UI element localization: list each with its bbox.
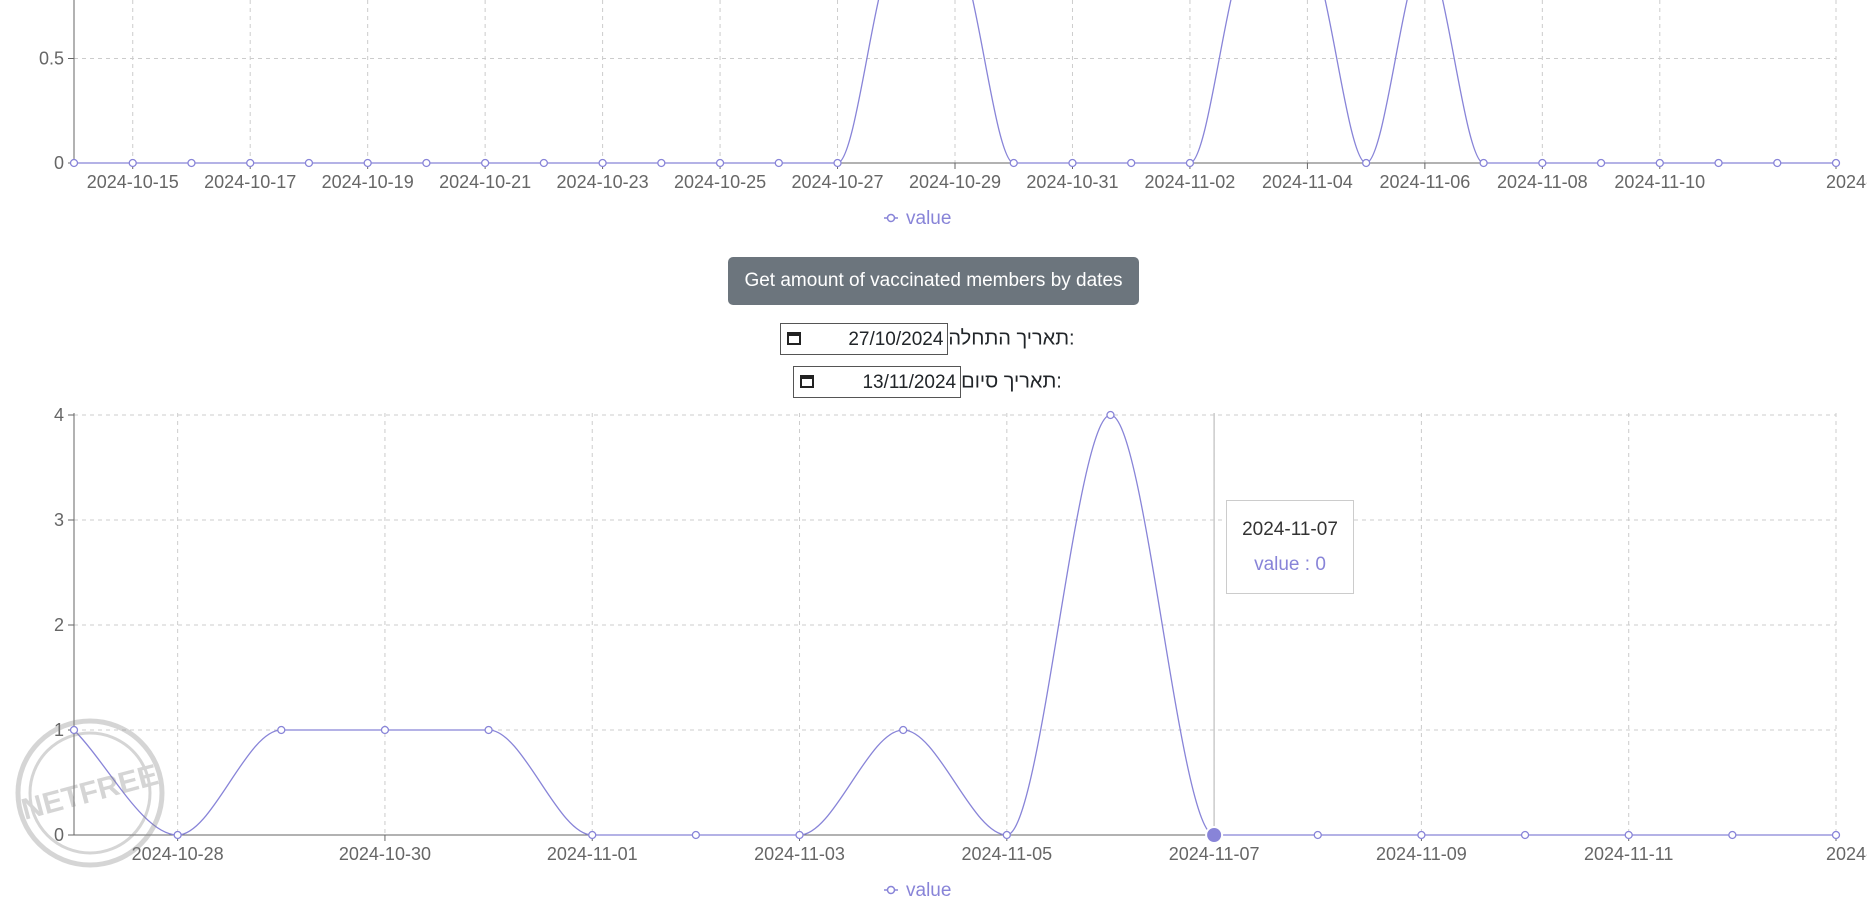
legend-label: value xyxy=(906,208,951,229)
data-point xyxy=(833,158,842,168)
data-point xyxy=(715,158,725,168)
data-point xyxy=(1538,158,1547,168)
x-tick-label: 2024-11-10 xyxy=(1614,172,1705,192)
data-point xyxy=(899,725,908,735)
x-tick-label: 2024-10-29 xyxy=(909,172,1001,192)
end-date-input[interactable]: 13/11/2024 xyxy=(793,366,962,398)
data-point xyxy=(691,830,701,840)
data-point xyxy=(1596,158,1606,168)
data-point xyxy=(1361,158,1371,168)
x-tick-label: 2024-11-09 xyxy=(1376,844,1467,864)
x-tick-label: 2024-11-07 xyxy=(1169,844,1260,864)
data-point xyxy=(1313,830,1322,840)
data-point xyxy=(380,725,390,735)
data-point xyxy=(1106,410,1115,420)
data-point xyxy=(598,158,607,168)
data-point xyxy=(69,158,79,168)
data-point xyxy=(1068,158,1077,168)
data-point xyxy=(795,830,804,840)
x-tick-label: 2024-11-02 xyxy=(1145,172,1236,192)
y-tick-label: 0 xyxy=(54,153,64,173)
legend-marker-icon xyxy=(886,213,896,223)
legend-label: value xyxy=(906,880,951,901)
y-tick-label: 0.5 xyxy=(39,49,64,69)
y-tick-label: 2 xyxy=(54,615,64,635)
data-point xyxy=(1655,158,1664,168)
x-tick-label: 2024-11-01 xyxy=(547,844,638,864)
x-tick-label: 2024-11-11 xyxy=(1584,844,1673,864)
x-tick-label: 2024-11-06 xyxy=(1379,172,1470,192)
data-point xyxy=(1520,830,1530,840)
x-tick-label: 2024-11-03 xyxy=(754,844,845,864)
data-point xyxy=(246,158,255,168)
data-point xyxy=(363,158,372,168)
netfree-watermark: NETFREE xyxy=(15,718,165,868)
data-point xyxy=(480,158,490,168)
x-tick-label: 2024-10-31 xyxy=(1026,172,1118,192)
controls: Get amount of vaccinated members by date… xyxy=(0,257,1867,305)
bottom-chart: 012342024-10-28 2024-10-30 2024-11-01 2024-… xyxy=(54,405,1867,901)
start-date-input[interactable]: 27/10/2024 xyxy=(780,323,949,355)
start-date-label: תאריך התחלה: xyxy=(948,327,1075,350)
data-point xyxy=(657,158,666,168)
calendar-icon xyxy=(787,332,802,345)
x-tick-label: 2024-11-08 xyxy=(1497,172,1588,192)
x-tick-label: 2024-10-30 xyxy=(339,844,431,864)
get-vaccinated-button[interactable]: Get amount of vaccinated members by date… xyxy=(728,257,1139,305)
data-point xyxy=(1624,830,1633,840)
x-tick-label: 2024-10-21 xyxy=(439,172,531,192)
x-tick-label: 2024-10-27 xyxy=(791,172,883,192)
data-point xyxy=(128,158,137,168)
calendar-icon xyxy=(800,375,815,388)
data-point xyxy=(1479,158,1488,168)
data-point xyxy=(484,725,493,735)
tooltip-value: value : 0 xyxy=(1254,554,1326,575)
y-tick-label: 4 xyxy=(54,405,64,425)
data-point xyxy=(1773,158,1782,168)
data-point xyxy=(1831,830,1841,840)
data-point xyxy=(187,158,196,168)
data-point xyxy=(1728,830,1737,840)
data-point xyxy=(1127,158,1136,168)
data-point xyxy=(1009,158,1018,168)
data-point xyxy=(1185,158,1195,168)
start-date-row: 27/10/2024 תאריך התחלה: xyxy=(0,323,1867,355)
active-data-point xyxy=(1205,826,1224,844)
data-point xyxy=(1417,830,1426,840)
legend-marker-icon xyxy=(886,885,896,895)
x-tick-label: 2024-11-04 xyxy=(1262,172,1353,192)
x-tick-label: 2024-10-25 xyxy=(674,172,766,192)
y-tick-label: 3 xyxy=(54,510,64,530)
x-tick-label: 2024-10-17 xyxy=(204,172,296,192)
end-date-label: תאריך סיום: xyxy=(961,370,1062,393)
x-tick-label: 2024-10-19 xyxy=(322,172,414,192)
end-date-row: 13/11/2024 תאריך סיום: xyxy=(0,366,1867,398)
data-point xyxy=(774,158,783,168)
data-point xyxy=(588,830,597,840)
top-chart: 0 0.5 2024-10-15 2024-10-17 2024-10-19 2024-1… xyxy=(39,0,1867,229)
data-point xyxy=(422,158,431,168)
x-tick-label: 2024-11-05 xyxy=(961,844,1052,864)
x-tick-label: 2024-11-13 xyxy=(1826,844,1867,864)
x-tick-label: 2024-10-15 xyxy=(87,172,179,192)
chart-tooltip: 2024-11-07 value : 0 xyxy=(1226,500,1354,594)
x-tick-label: 2024-11-13 xyxy=(1826,172,1867,192)
watermark-text: NETFREE xyxy=(18,758,162,826)
data-point xyxy=(539,158,549,168)
data-point xyxy=(1831,158,1841,168)
start-date-value: 27/10/2024 xyxy=(848,329,944,350)
data-point xyxy=(1714,158,1723,168)
end-date-value: 13/11/2024 xyxy=(862,372,957,393)
data-point xyxy=(173,830,182,840)
tooltip-date: 2024-11-07 xyxy=(1242,519,1338,540)
data-point xyxy=(1002,830,1011,840)
data-point xyxy=(277,725,286,735)
x-tick-label: 2024-10-23 xyxy=(557,172,649,192)
data-point xyxy=(304,158,314,168)
